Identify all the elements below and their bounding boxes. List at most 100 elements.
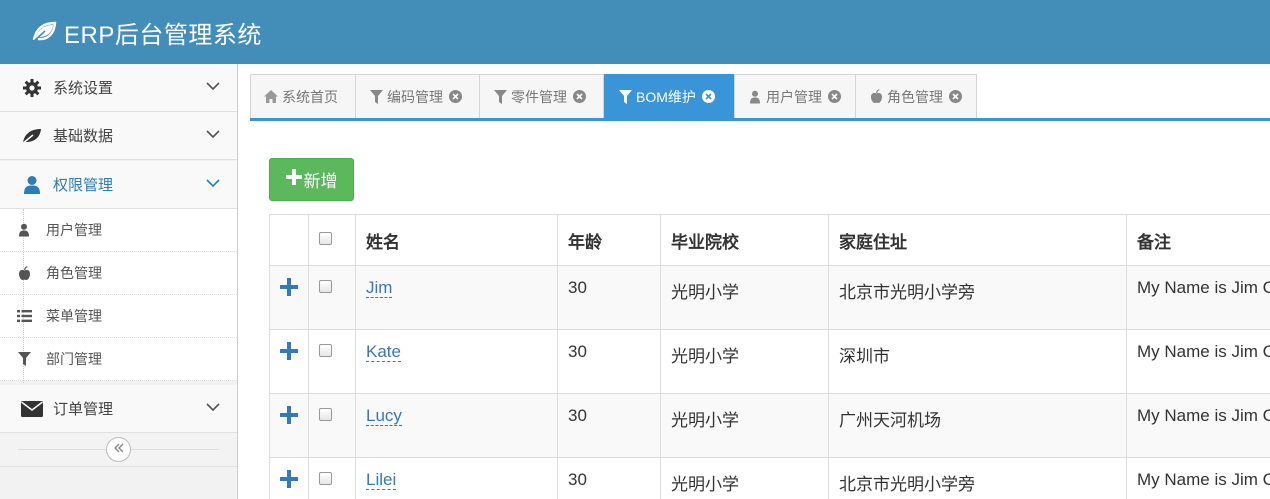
column-header-address[interactable]: 家庭住址 [828, 214, 1127, 266]
tab-label: 编码管理 [387, 88, 443, 105]
filter-icon [618, 89, 632, 104]
select-all-cell [308, 214, 356, 266]
menu-basic-data[interactable]: 基础数据 [0, 112, 237, 160]
top-header: ERP后台管理系统 [0, 0, 1270, 64]
envelope-icon [20, 399, 44, 419]
close-icon[interactable] [701, 90, 715, 103]
cell-address: 深圳市 [828, 329, 1127, 394]
expand-plus-icon[interactable] [280, 406, 298, 424]
row-select-cell [308, 393, 356, 458]
data-table: 姓名 年龄 毕业院校 家庭住址 备注 Jim 30 光明小学 北京市光明小学旁 … [269, 214, 1270, 499]
row-checkbox[interactable] [319, 344, 332, 357]
cell-address: 北京市光明小学旁 [828, 457, 1127, 499]
leaf-icon [20, 126, 44, 146]
cell-note: My Name is Jim C [1126, 265, 1270, 330]
expand-plus-icon[interactable] [280, 470, 298, 488]
cell-school: 光明小学 [660, 265, 829, 330]
add-button[interactable]: 新增 [269, 158, 354, 201]
column-header-name[interactable]: 姓名 [355, 214, 558, 266]
select-all-checkbox[interactable] [319, 232, 332, 245]
table-header-row: 姓名 年龄 毕业院校 家庭住址 备注 [269, 214, 1270, 266]
submenu-item-menu[interactable]: 菜单管理 [0, 295, 237, 338]
name-link[interactable]: Jim [366, 278, 393, 298]
plus-icon [285, 169, 304, 190]
close-icon[interactable] [449, 90, 462, 103]
cell-school: 光明小学 [660, 329, 829, 394]
cell-note: My Name is Jim C [1126, 393, 1270, 458]
tab-bar: 系统首页 编码管理 零件管理 BOM维护 用户管理 角色管理 [250, 74, 1270, 121]
expand-plus-icon[interactable] [280, 342, 298, 360]
double-chevron-left-icon [113, 441, 125, 459]
chevron-down-icon [205, 126, 221, 142]
cell-age: 30 [557, 265, 661, 330]
close-icon[interactable] [828, 90, 841, 103]
collapse-sidebar-button[interactable] [106, 437, 131, 462]
cell-name: Jim [355, 265, 558, 330]
home-icon [264, 90, 278, 104]
tab-code-management[interactable]: 编码管理 [355, 74, 480, 118]
add-button-label: 新增 [303, 172, 338, 191]
tab-bom-maintenance[interactable]: BOM维护 [604, 74, 734, 118]
leaf-icon [30, 18, 58, 46]
table-row: Lucy 30 光明小学 广州天河机场 My Name is Jim C [269, 393, 1270, 458]
cell-age: 30 [557, 457, 661, 499]
row-checkbox[interactable] [319, 472, 332, 485]
menu-label: 权限管理 [53, 177, 114, 194]
user-icon [20, 175, 44, 195]
chevron-down-icon [205, 399, 221, 415]
submenu-item-role[interactable]: 角色管理 [0, 252, 237, 295]
expand-cell [269, 457, 309, 499]
tab-label: 角色管理 [887, 88, 943, 105]
table-row: Kate 30 光明小学 深圳市 My Name is Jim C [269, 329, 1270, 394]
row-select-cell [308, 457, 356, 499]
cell-school: 光明小学 [660, 393, 829, 458]
row-checkbox[interactable] [319, 408, 332, 421]
row-select-cell [308, 329, 356, 394]
menu-system-settings[interactable]: 系统设置 [0, 64, 237, 112]
filter-icon [493, 89, 507, 104]
tab-label: 用户管理 [766, 88, 822, 105]
submenu-item-department[interactable]: 部门管理 [0, 338, 237, 381]
menu-label: 基础数据 [53, 128, 114, 145]
cell-age: 30 [557, 329, 661, 394]
close-icon[interactable] [949, 90, 962, 103]
name-link[interactable]: Lucy [366, 406, 402, 426]
submenu-label: 用户管理 [46, 222, 102, 238]
submenu-label: 角色管理 [46, 265, 102, 281]
row-checkbox[interactable] [319, 280, 332, 293]
cell-name: Lilei [355, 457, 558, 499]
expand-column-header [269, 214, 309, 266]
expand-cell [269, 265, 309, 330]
expand-cell [269, 329, 309, 394]
tab-role-management[interactable]: 角色管理 [855, 74, 977, 118]
menu-label: 系统设置 [53, 80, 114, 97]
column-header-school[interactable]: 毕业院校 [660, 214, 829, 266]
app-title: ERP后台管理系统 [64, 21, 262, 49]
cell-school: 光明小学 [660, 457, 829, 499]
expand-cell [269, 393, 309, 458]
chevron-down-icon [205, 78, 221, 94]
tab-home[interactable]: 系统首页 [250, 74, 356, 118]
table-row: Jim 30 光明小学 北京市光明小学旁 My Name is Jim C [269, 265, 1270, 330]
table-row: Lilei 30 光明小学 北京市光明小学旁 My Name is Jim C [269, 457, 1270, 499]
submenu-item-user[interactable]: 用户管理 [0, 209, 237, 252]
expand-plus-icon[interactable] [280, 278, 298, 296]
cell-address: 北京市光明小学旁 [828, 265, 1127, 330]
submenu-label: 部门管理 [46, 351, 102, 367]
cell-name: Lucy [355, 393, 558, 458]
name-link[interactable]: Lilei [366, 470, 397, 490]
menu-orders[interactable]: 订单管理 [0, 385, 237, 433]
tab-user-management[interactable]: 用户管理 [734, 74, 856, 118]
column-header-note[interactable]: 备注 [1126, 214, 1270, 266]
name-link[interactable]: Kate [366, 342, 401, 362]
cell-note: My Name is Jim C [1126, 329, 1270, 394]
tab-label: BOM维护 [636, 88, 696, 105]
tab-label: 零件管理 [511, 88, 567, 105]
apple-icon [869, 89, 883, 104]
tab-parts-management[interactable]: 零件管理 [479, 74, 604, 118]
menu-permission[interactable]: 权限管理 [0, 161, 237, 209]
user-icon [16, 222, 32, 238]
column-header-age[interactable]: 年龄 [557, 214, 661, 266]
close-icon[interactable] [573, 90, 586, 103]
filter-icon [16, 351, 32, 367]
